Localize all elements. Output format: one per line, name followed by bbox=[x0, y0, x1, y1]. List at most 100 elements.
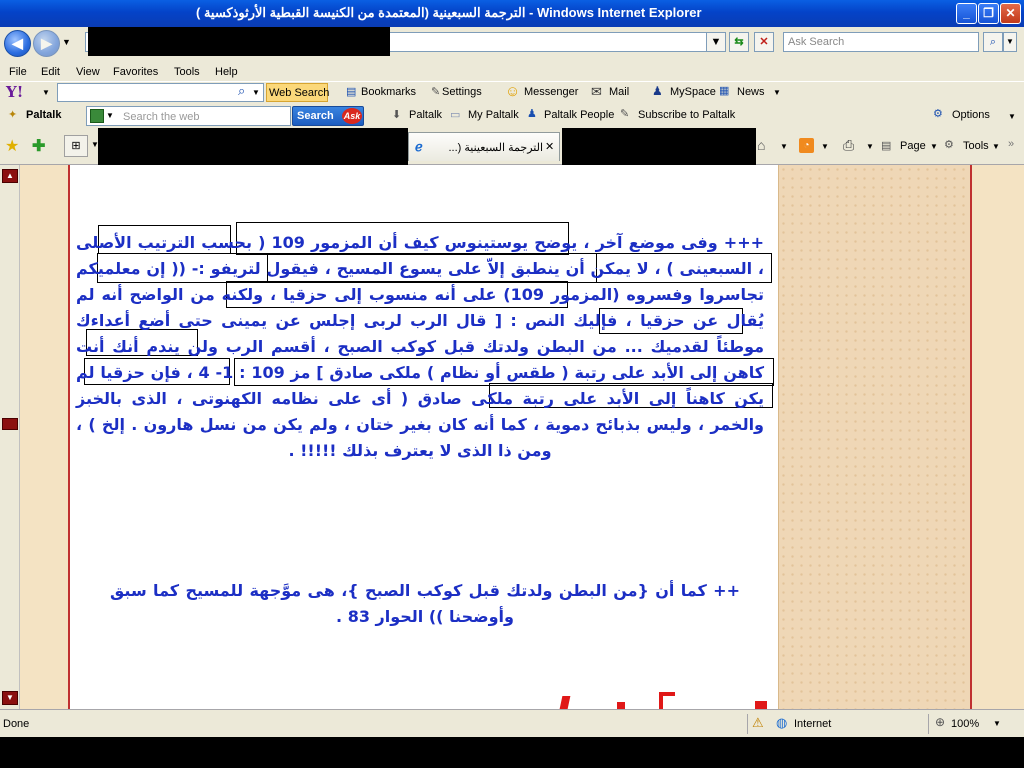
settings-button[interactable]: Settings bbox=[442, 86, 482, 98]
news-button[interactable]: News bbox=[737, 86, 765, 98]
forward-button[interactable]: ▶ bbox=[33, 30, 60, 57]
zone-label: Internet bbox=[794, 718, 832, 730]
mail-button[interactable]: Mail bbox=[609, 86, 629, 98]
cropped-heading bbox=[555, 690, 775, 709]
status-divider bbox=[928, 714, 929, 734]
news-icon: ▦ bbox=[719, 85, 730, 97]
yahoo-search-input[interactable] bbox=[57, 83, 264, 102]
yahoo-search-magnifier-icon[interactable]: ⌕ bbox=[238, 83, 245, 99]
search-options-icon[interactable]: ▼ bbox=[1003, 32, 1017, 52]
quick-tabs-icon[interactable]: ⊞ bbox=[64, 135, 88, 157]
status-text: Done bbox=[3, 718, 30, 730]
cropped-heading-glyph bbox=[755, 701, 767, 709]
paltalk-search-engine-icon[interactable] bbox=[90, 109, 104, 123]
address-dropdown-icon[interactable]: ▼ bbox=[706, 32, 726, 52]
article-paragraph: ++ كما أن {من البطن ولدتك قبل كوكب الصبح… bbox=[110, 581, 740, 626]
stop-icon[interactable]: ✕ bbox=[754, 32, 774, 52]
menu-help[interactable]: Help bbox=[215, 66, 238, 78]
paltalk-brand[interactable]: Paltalk bbox=[26, 109, 61, 121]
refresh-icon[interactable]: ⇆ bbox=[729, 32, 749, 52]
zoom-icon[interactable]: ⊕ bbox=[935, 715, 945, 729]
my-paltalk-icon: ▭ bbox=[450, 109, 461, 121]
settings-icon: ✎ bbox=[431, 86, 441, 98]
scroll-down-icon[interactable]: ▼ bbox=[2, 691, 18, 705]
article-paragraph: +++ وفى موضع آخر ، يوضح يوستينوس كيف أن … bbox=[76, 233, 765, 460]
left-scroll-strip[interactable]: ▲ ▼ bbox=[0, 165, 20, 709]
yahoo-menu-arrow-icon[interactable]: ▼ bbox=[42, 88, 50, 97]
paltalk-search-engine-dropdown-icon[interactable]: ▼ bbox=[106, 111, 114, 120]
paltalk-people-icon: ♟ bbox=[527, 108, 537, 120]
menu-file[interactable]: File bbox=[9, 66, 27, 78]
messenger-smiley-icon: ☺ bbox=[505, 83, 521, 100]
myspace-button[interactable]: MySpace bbox=[670, 86, 716, 98]
tools-gear-icon: ⚙ bbox=[944, 139, 954, 151]
search-go-icon[interactable]: ⌕ bbox=[983, 32, 1003, 52]
page-menu-button[interactable]: Page bbox=[900, 140, 926, 152]
paltalk-download-icon: ⬇ bbox=[392, 109, 402, 121]
page-dropdown-icon[interactable]: ▼ bbox=[930, 142, 938, 151]
close-tab-icon[interactable]: ✕ bbox=[545, 140, 554, 153]
print-dropdown-icon[interactable]: ▼ bbox=[866, 142, 874, 151]
yahoo-toolbar: Y! ▼ ⌕ ▼ Web Search ▤ Bookmarks ✎ Settin… bbox=[0, 81, 1024, 104]
internet-globe-icon: ◍ bbox=[776, 715, 788, 730]
paltalk-search-button-label: Search bbox=[297, 110, 334, 122]
messenger-button[interactable]: Messenger bbox=[524, 86, 578, 98]
minimize-button[interactable]: _ bbox=[956, 3, 977, 24]
web-search-button[interactable]: Web Search bbox=[266, 83, 329, 102]
zoom-dropdown-icon[interactable]: ▼ bbox=[993, 719, 1001, 728]
tools-dropdown-icon[interactable]: ▼ bbox=[992, 142, 1000, 151]
cropped-heading-glyph bbox=[617, 702, 625, 709]
close-button[interactable]: ✕ bbox=[1000, 3, 1021, 24]
home-icon[interactable]: ⌂ bbox=[757, 137, 765, 153]
active-tab[interactable]: ℯ الترجمة السبعينية (... ✕ bbox=[408, 132, 560, 161]
feed-dropdown-icon[interactable]: ▼ bbox=[821, 142, 829, 151]
options-dropdown-icon[interactable]: ▼ bbox=[1008, 112, 1016, 121]
bookmarks-icon: ▤ bbox=[346, 86, 357, 98]
rss-feed-icon[interactable]: ◔ bbox=[799, 138, 814, 153]
history-dropdown-icon[interactable]: ▼ bbox=[62, 37, 71, 47]
menu-favorites[interactable]: Favorites bbox=[113, 66, 158, 78]
tab-bar: ★ ✚ ⊞ ▼ ℯ الترجمة السبعينية (... ✕ ⌂ ▼ ◔… bbox=[0, 128, 1024, 172]
paltalk-people-link[interactable]: Paltalk People bbox=[544, 109, 614, 121]
menu-edit[interactable]: Edit bbox=[41, 66, 60, 78]
address-row: ◀ ▶ ▼ ▼ ⇆ ✕ Ask Search ⌕ ▼ bbox=[0, 27, 1024, 63]
add-favorite-icon[interactable]: ✚ bbox=[32, 136, 45, 156]
mail-envelope-icon: ✉ bbox=[591, 84, 602, 99]
scroll-up-icon[interactable]: ▲ bbox=[2, 169, 18, 183]
bookmarks-button[interactable]: Bookmarks bbox=[361, 86, 416, 98]
protected-mode-icon[interactable]: ⚠ bbox=[752, 715, 764, 731]
ask-logo-icon: Ask bbox=[342, 108, 362, 124]
maximize-button[interactable]: ❐ bbox=[978, 3, 999, 24]
tools-menu-button[interactable]: Tools bbox=[963, 140, 989, 152]
menu-tools[interactable]: Tools bbox=[174, 66, 200, 78]
status-divider bbox=[747, 714, 748, 734]
options-button[interactable]: Options bbox=[952, 109, 990, 121]
news-dropdown-icon[interactable]: ▼ bbox=[773, 88, 781, 97]
ie-page-icon: ℯ bbox=[415, 139, 423, 154]
toolbar-overflow-icon[interactable]: » bbox=[1008, 138, 1014, 150]
print-icon[interactable]: ⎙ bbox=[843, 137, 854, 154]
yahoo-search-dropdown-icon[interactable]: ▼ bbox=[252, 88, 260, 97]
right-page-margin bbox=[972, 165, 1024, 709]
paltalk-search-field[interactable]: ▼ Search the web bbox=[86, 106, 291, 126]
decorative-side-panel bbox=[778, 165, 970, 709]
zoom-level[interactable]: 100% bbox=[951, 718, 979, 730]
cropped-heading-glyph bbox=[559, 696, 571, 709]
my-paltalk-link[interactable]: My Paltalk bbox=[468, 109, 519, 121]
menu-view[interactable]: View bbox=[76, 66, 100, 78]
myspace-people-icon: ♟ bbox=[652, 84, 663, 98]
left-page-margin bbox=[20, 165, 68, 709]
status-bar: Done ⚠ ◍ Internet ⊕ 100% ▼ bbox=[0, 709, 1024, 737]
ask-search-input[interactable]: Ask Search bbox=[783, 32, 979, 52]
subscribe-link[interactable]: Subscribe to Paltalk bbox=[638, 109, 735, 121]
active-tab-label: الترجمة السبعينية (... bbox=[448, 142, 544, 154]
favorites-star-icon[interactable]: ★ bbox=[5, 136, 19, 156]
yahoo-logo-icon[interactable]: Y! bbox=[6, 83, 23, 101]
paltalk-search-button[interactable]: Search Ask bbox=[292, 106, 364, 126]
paltalk-link[interactable]: Paltalk bbox=[409, 109, 442, 121]
subscribe-pen-icon: ✎ bbox=[620, 108, 630, 120]
title-bar: الترجمة السبعينية (المعتمدة من الكنيسة ا… bbox=[0, 0, 1024, 27]
back-button[interactable]: ◀ bbox=[4, 30, 31, 57]
scroll-thumb[interactable] bbox=[2, 418, 18, 430]
home-dropdown-icon[interactable]: ▼ bbox=[780, 142, 788, 151]
